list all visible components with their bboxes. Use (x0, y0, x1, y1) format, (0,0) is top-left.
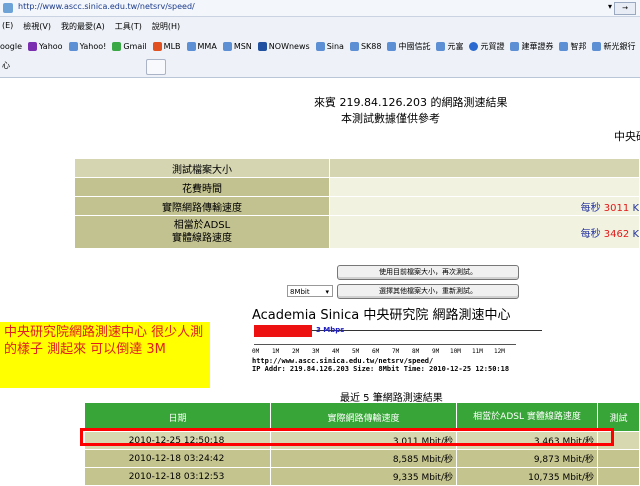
fav-google[interactable]: oogle (0, 42, 22, 51)
menu-edit[interactable]: (E) (2, 21, 13, 35)
address-url[interactable]: http://www.ascc.sinica.edu.tw/netsrv/spe… (18, 2, 195, 11)
tick-label: 8M (412, 348, 420, 355)
page-title: 來賓 219.84.126.203 的網路測速結果 (314, 96, 508, 109)
ie-icon (222, 41, 232, 51)
tick-label: 5M (352, 348, 360, 355)
result-label: 測試檔案大小 (74, 158, 330, 178)
result-row: 花費時間 (74, 177, 640, 197)
ie-icon (559, 41, 569, 51)
fav-sina[interactable]: Sina (315, 41, 344, 51)
graphic-url: http://www.ascc.sinica.edu.tw/netsrv/spe… (252, 357, 434, 365)
ie-icon (510, 41, 520, 51)
speed-graphic: Academia Sinica 中央研究院 網路測速中心 3 Mbps 0M 1… (252, 304, 542, 374)
ie-icon (68, 41, 78, 51)
adsl-number: 3462 (603, 228, 630, 240)
row-adsl: 9,873 Mbit/秒 (456, 449, 598, 468)
retest-same-size-button[interactable]: 使用目前檔案大小，再次測試。 (337, 265, 519, 280)
menu-view[interactable]: 檢視(V) (23, 21, 51, 35)
address-dropdown-icon[interactable]: ▾ (608, 2, 612, 11)
fav-msn[interactable]: MSN (222, 41, 252, 51)
msn-icon (152, 41, 162, 51)
result-value (329, 158, 640, 178)
go-button[interactable]: → (614, 2, 636, 15)
tick-label: 12M (494, 348, 505, 355)
row-speed: 8,585 Mbit/秒 (270, 449, 457, 468)
org-name: 中央研 (614, 130, 640, 143)
page-subtitle: 本測試數據僅供參考 (341, 112, 440, 125)
row-date: 2010-12-18 03:24:42 (84, 449, 271, 468)
fav-yuanmao[interactable]: 元貿證 (469, 41, 504, 52)
tick-label: 6M (372, 348, 380, 355)
fav-sinopac[interactable]: 建華證券 (510, 41, 553, 52)
ie-icon (436, 41, 446, 51)
ie-icon (349, 41, 359, 51)
result-label: 實際網路傳輸速度 (74, 196, 330, 216)
tick-label: 4M (332, 348, 340, 355)
fav-skbank[interactable]: 新光銀行 (592, 41, 635, 52)
tick-label: 11M (472, 348, 483, 355)
annotation-note: 中央研究院網路測速中心 很少人測的樣子 測起來 可以倒達 3M (0, 322, 210, 388)
fav-mma[interactable]: MMA (186, 41, 217, 51)
tab-current[interactable]: 心 (2, 60, 10, 71)
fav-mlb[interactable]: MLB (152, 41, 181, 51)
result-value (329, 177, 640, 197)
result-label: 相當於ADSL 實體線路速度 (74, 215, 330, 249)
result-row: 測試檔案大小 (74, 158, 640, 178)
page-icon (3, 3, 13, 13)
menu-bar: (E) 檢視(V) 我的最愛(A) 工具(T) 說明(H) (0, 21, 640, 35)
chevron-down-icon: ▾ (325, 288, 329, 296)
speed-brand: Academia Sinica 中央研究院 網路測速中心 (252, 308, 511, 323)
fav-ctbc[interactable]: 中國信託 (387, 41, 430, 52)
menu-help[interactable]: 說明(H) (152, 21, 180, 35)
ie-icon (315, 41, 325, 51)
tick-label: 9M (432, 348, 440, 355)
table-row: 2010-12-18 03:24:42 8,585 Mbit/秒 9,873 M… (84, 449, 640, 468)
ie-icon (387, 41, 397, 51)
speed-number: 3011 (603, 202, 630, 214)
result-label: 花費時間 (74, 177, 330, 197)
fav-yahoo[interactable]: Yahoo (28, 41, 63, 51)
fav-gmail[interactable]: Gmail (112, 41, 147, 51)
result-row: 實際網路傳輸速度 每秒 3011 K (74, 196, 640, 216)
google-icon (112, 41, 122, 51)
ie-icon (592, 41, 602, 51)
speed-bar (254, 325, 312, 337)
nownews-icon (257, 41, 267, 51)
clover-icon (469, 41, 479, 51)
result-value: 每秒 3462 K (329, 215, 640, 249)
tick-label: 3M (312, 348, 320, 355)
ie-icon (186, 41, 196, 51)
scale-line (254, 344, 516, 345)
menu-favorites[interactable]: 我的最愛(A) (61, 21, 105, 35)
tick-label: 1M (272, 348, 280, 355)
result-table: 測試檔案大小 花費時間 實際網路傳輸速度 每秒 3011 K 相當於ADSL 實體… (74, 158, 640, 249)
result-value: 每秒 3011 K (329, 196, 640, 216)
fav-yahoo2[interactable]: Yahoo! (68, 41, 106, 51)
address-bar[interactable]: http://www.ascc.sinica.edu.tw/netsrv/spe… (0, 0, 640, 17)
speed-bar-track (312, 330, 542, 331)
tick-label: 2M (292, 348, 300, 355)
tab-bar: 心 (0, 57, 640, 76)
file-size-select[interactable]: 8Mbit ▾ (287, 285, 333, 297)
tick-label: 0M (252, 348, 260, 355)
tick-label: 7M (392, 348, 400, 355)
fav-sk88[interactable]: SK88 (349, 41, 381, 51)
favorites-bar: oogle Yahoo Yahoo! Gmail MLB MMA MSN NOW… (0, 38, 640, 54)
speed-label: 3 Mbps (316, 326, 345, 334)
fav-yuanfu[interactable]: 元富 (436, 41, 463, 52)
menu-tools[interactable]: 工具(T) (115, 21, 142, 35)
row-test (597, 449, 640, 468)
highlight-box (80, 428, 614, 446)
speed-scale: 0M 1M 2M 3M 4M 5M 6M 7M 8M 9M 10M 11M 12… (252, 348, 522, 356)
new-tab-button[interactable] (146, 59, 166, 75)
tick-label: 10M (450, 348, 461, 355)
browser-chrome: http://www.ascc.sinica.edu.tw/netsrv/spe… (0, 0, 640, 78)
fav-seednet[interactable]: 智邦 (559, 41, 586, 52)
result-row: 相當於ADSL 實體線路速度 每秒 3462 K (74, 215, 640, 249)
fav-nownews[interactable]: NOWnews (257, 41, 310, 51)
graphic-info: IP Addr: 219.84.126.203 Size: 8Mbit Time… (252, 365, 510, 373)
yahoo-icon (28, 41, 38, 51)
retest-other-size-button[interactable]: 選擇其他檔案大小，重新測試。 (337, 284, 519, 299)
